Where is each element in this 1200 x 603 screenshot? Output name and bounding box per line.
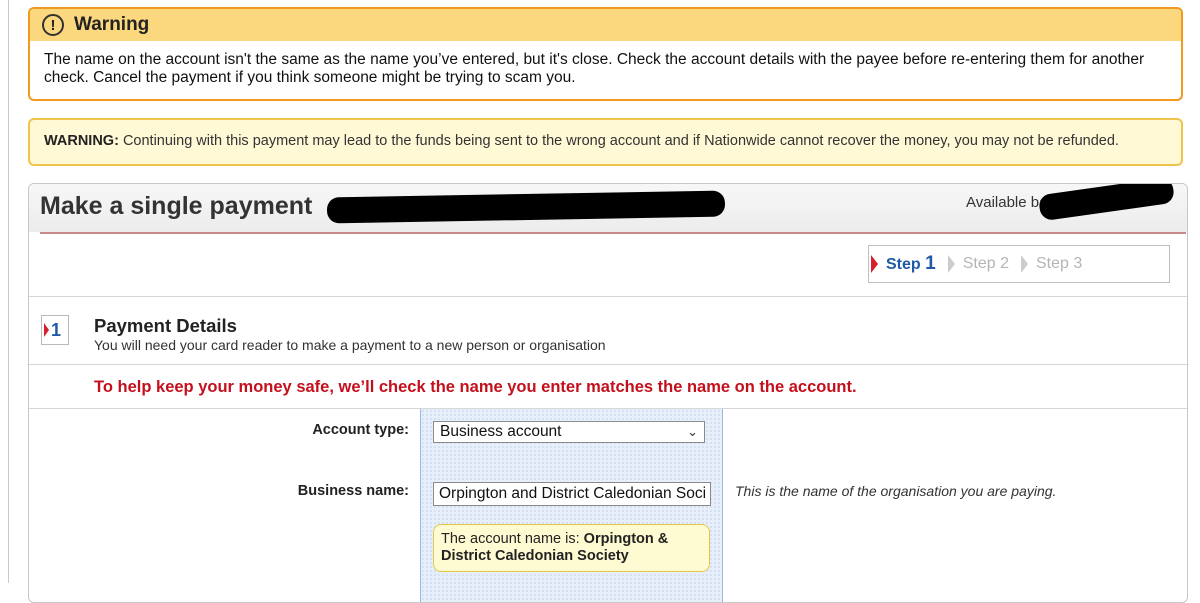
warning-title: Warning xyxy=(74,14,150,35)
divider xyxy=(29,364,1187,365)
available-balance-label: Available ba xyxy=(966,194,1048,211)
payment-panel: Make a single payment Available ba Step … xyxy=(28,183,1188,603)
exclamation-circle-icon: ! xyxy=(42,14,64,36)
step-separator-icon xyxy=(947,255,955,273)
account-type-label: Account type: xyxy=(312,422,409,438)
step-1: Step 1 xyxy=(869,246,936,282)
header-divider xyxy=(40,232,1186,234)
step-separator-icon xyxy=(1020,255,1028,273)
step-progress: Step 1 Step 2 Step 3 xyxy=(868,245,1170,283)
panel-header: Make a single payment Available ba xyxy=(29,184,1187,232)
name-mismatch-warning: ! Warning The name on the account isn't … xyxy=(28,7,1183,101)
section-title: Payment Details xyxy=(94,315,237,336)
risk-notice-label: WARNING: xyxy=(44,133,119,149)
account-name-check-result: The account name is: Orpington & Distric… xyxy=(433,524,710,572)
section-marker-icon xyxy=(44,323,49,337)
redaction-mark xyxy=(1037,184,1176,222)
name-check-notice: To help keep your money safe, we’ll chec… xyxy=(94,378,857,396)
name-check-prefix: The account name is: xyxy=(441,531,584,547)
business-name-hint: This is the name of the organisation you… xyxy=(735,483,1057,499)
business-name-input[interactable]: Orpington and District Caledonian Soci xyxy=(433,482,711,506)
section-subtitle: You will need your card reader to make a… xyxy=(94,337,606,353)
step-2-label: Step 2 xyxy=(962,255,1009,272)
section-number-badge: 1 xyxy=(41,315,69,345)
step-3: Step 3 xyxy=(1009,246,1082,282)
warning-body: The name on the account isn't the same a… xyxy=(44,51,1145,86)
account-type-select[interactable]: Business account ⌄ xyxy=(433,421,705,443)
risk-notice-text: Continuing with this payment may lead to… xyxy=(118,133,1119,149)
warning-header: ! Warning xyxy=(30,9,1181,41)
business-name-label: Business name: xyxy=(297,483,409,499)
chevron-down-icon: ⌄ xyxy=(687,424,698,439)
divider xyxy=(29,296,1187,297)
step-1-label: Step 1 xyxy=(886,253,936,274)
page-title: Make a single payment xyxy=(40,192,313,220)
redaction-mark xyxy=(326,190,726,224)
step-2: Step 2 xyxy=(936,246,1009,282)
step-3-label: Step 3 xyxy=(1035,255,1083,272)
page-left-border xyxy=(8,0,9,583)
refund-risk-notice: WARNING: Continuing with this payment ma… xyxy=(28,118,1183,166)
step-active-marker-icon xyxy=(871,255,878,273)
